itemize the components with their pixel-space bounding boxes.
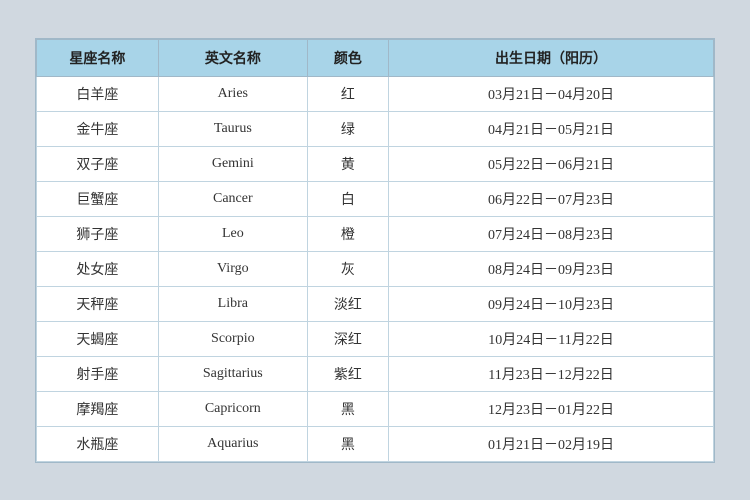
cell-chinese: 巨蟹座 [37,181,159,216]
table-row: 金牛座Taurus绿04月21日－05月21日 [37,111,714,146]
cell-chinese: 白羊座 [37,76,159,111]
cell-english: Gemini [158,146,307,181]
table-row: 摩羯座Capricorn黑12月23日－01月22日 [37,391,714,426]
cell-date: 09月24日－10月23日 [389,286,714,321]
cell-color: 黑 [307,391,388,426]
cell-chinese: 摩羯座 [37,391,159,426]
cell-english: Taurus [158,111,307,146]
cell-date: 12月23日－01月22日 [389,391,714,426]
table-row: 巨蟹座Cancer白06月22日－07月23日 [37,181,714,216]
cell-color: 灰 [307,251,388,286]
cell-color: 橙 [307,216,388,251]
table-row: 白羊座Aries红03月21日－04月20日 [37,76,714,111]
cell-english: Virgo [158,251,307,286]
cell-date: 08月24日－09月23日 [389,251,714,286]
cell-chinese: 金牛座 [37,111,159,146]
header-chinese: 星座名称 [37,39,159,76]
table-row: 天蝎座Scorpio深红10月24日－11月22日 [37,321,714,356]
cell-color: 紫红 [307,356,388,391]
cell-chinese: 水瓶座 [37,426,159,461]
cell-color: 淡红 [307,286,388,321]
table-header-row: 星座名称 英文名称 颜色 出生日期（阳历） [37,39,714,76]
table-row: 处女座Virgo灰08月24日－09月23日 [37,251,714,286]
table-row: 水瓶座Aquarius黑01月21日－02月19日 [37,426,714,461]
cell-chinese: 处女座 [37,251,159,286]
header-date: 出生日期（阳历） [389,39,714,76]
zodiac-table: 星座名称 英文名称 颜色 出生日期（阳历） 白羊座Aries红03月21日－04… [36,39,714,462]
cell-date: 11月23日－12月22日 [389,356,714,391]
cell-color: 红 [307,76,388,111]
cell-date: 01月21日－02月19日 [389,426,714,461]
cell-date: 10月24日－11月22日 [389,321,714,356]
cell-english: Sagittarius [158,356,307,391]
cell-chinese: 射手座 [37,356,159,391]
cell-english: Scorpio [158,321,307,356]
cell-date: 06月22日－07月23日 [389,181,714,216]
cell-color: 绿 [307,111,388,146]
cell-date: 04月21日－05月21日 [389,111,714,146]
cell-chinese: 天秤座 [37,286,159,321]
cell-date: 05月22日－06月21日 [389,146,714,181]
cell-english: Cancer [158,181,307,216]
header-english: 英文名称 [158,39,307,76]
cell-date: 03月21日－04月20日 [389,76,714,111]
cell-english: Aquarius [158,426,307,461]
cell-color: 黑 [307,426,388,461]
table-row: 狮子座Leo橙07月24日－08月23日 [37,216,714,251]
cell-chinese: 双子座 [37,146,159,181]
cell-color: 深红 [307,321,388,356]
cell-english: Leo [158,216,307,251]
cell-date: 07月24日－08月23日 [389,216,714,251]
header-color: 颜色 [307,39,388,76]
cell-english: Capricorn [158,391,307,426]
cell-english: Aries [158,76,307,111]
cell-color: 白 [307,181,388,216]
table-row: 射手座Sagittarius紫红11月23日－12月22日 [37,356,714,391]
cell-color: 黄 [307,146,388,181]
cell-chinese: 天蝎座 [37,321,159,356]
zodiac-table-container: 星座名称 英文名称 颜色 出生日期（阳历） 白羊座Aries红03月21日－04… [35,38,715,463]
table-row: 天秤座Libra淡红09月24日－10月23日 [37,286,714,321]
cell-english: Libra [158,286,307,321]
cell-chinese: 狮子座 [37,216,159,251]
table-row: 双子座Gemini黄05月22日－06月21日 [37,146,714,181]
